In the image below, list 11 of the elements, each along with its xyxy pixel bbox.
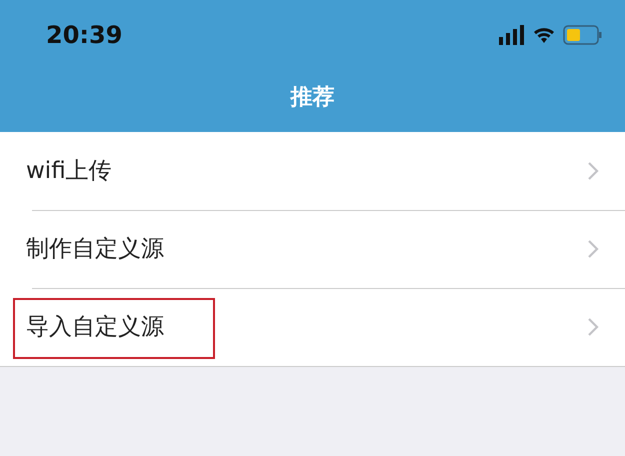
list-item[interactable]: 制作自定义源: [0, 210, 625, 288]
battery-icon: [563, 25, 603, 45]
chevron-icon: [587, 239, 599, 259]
chevron-icon: [587, 161, 599, 181]
wifi-icon: [533, 26, 555, 44]
list-item[interactable]: wifi上传: [0, 132, 625, 210]
list-item[interactable]: 导入自定义源: [0, 288, 625, 366]
status-time: 20:39: [46, 20, 122, 51]
chevron-icon: [587, 317, 599, 337]
signal-icon: [499, 25, 525, 45]
nav-title: 推荐: [289, 84, 336, 112]
